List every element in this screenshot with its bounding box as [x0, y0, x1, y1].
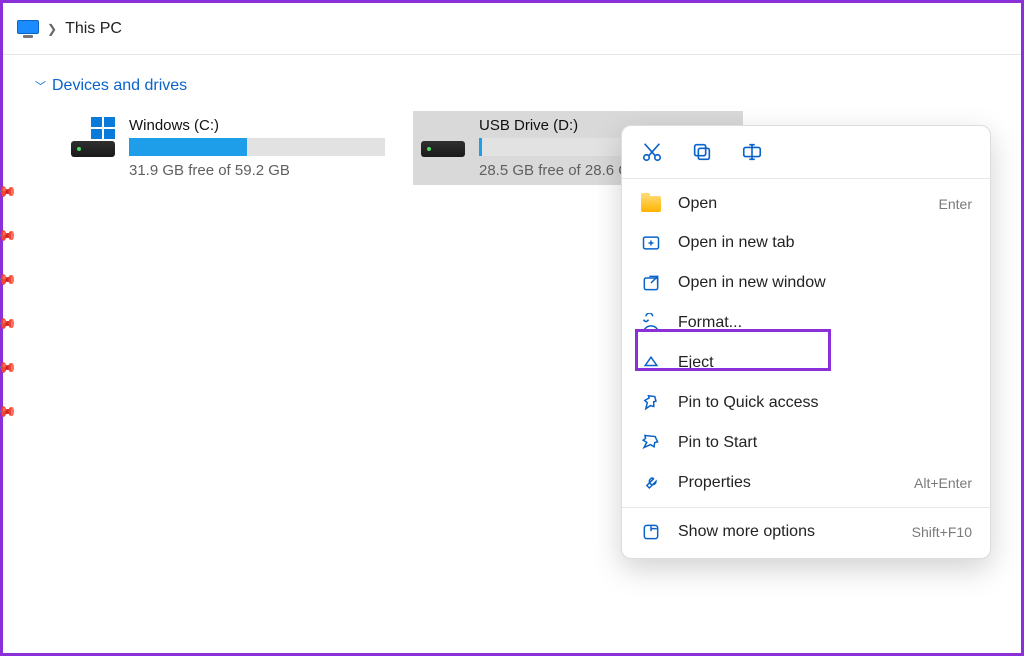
pin-icon: 📌: [0, 311, 18, 337]
rename-icon[interactable]: [740, 140, 764, 164]
options-icon: [640, 522, 662, 542]
ctx-properties[interactable]: Properties Alt+Enter: [622, 463, 990, 503]
drive-stats: 31.9 GB free of 59.2 GB: [129, 162, 385, 179]
ctx-show-more-options[interactable]: Show more options Shift+F10: [622, 512, 990, 552]
context-menu-toolbar: [622, 126, 990, 179]
ctx-open-new-window[interactable]: Open in new window: [622, 263, 990, 303]
breadcrumb-title[interactable]: This PC: [65, 20, 122, 38]
storage-bar: [129, 138, 385, 156]
drive-icon: [71, 117, 115, 157]
chevron-right-icon: ❯: [47, 22, 57, 36]
context-menu: Open Enter Open in new tab Open in new w…: [621, 125, 991, 559]
pin-icon: 📌: [0, 399, 18, 425]
drive-item-c[interactable]: Windows (C:) 31.9 GB free of 59.2 GB: [63, 111, 393, 185]
ctx-open-new-tab[interactable]: Open in new tab: [622, 223, 990, 263]
ctx-pin-start[interactable]: Pin to Start: [622, 423, 990, 463]
breadcrumb: ❯ This PC: [3, 3, 1021, 55]
windows-logo-icon: [91, 117, 115, 139]
disk-icon: [421, 141, 465, 157]
new-tab-icon: [640, 233, 662, 253]
ctx-pin-quick-access[interactable]: Pin to Quick access: [622, 383, 990, 423]
pin-icon: 📌: [0, 355, 18, 381]
pin-icon: 📌: [0, 223, 18, 249]
pin-icon: 📌: [0, 267, 18, 293]
this-pc-icon: [17, 20, 39, 38]
chevron-down-icon: ﹀: [35, 78, 46, 94]
new-window-icon: [640, 273, 662, 293]
folder-icon: [640, 196, 662, 212]
separator: [622, 507, 990, 508]
section-title: Devices and drives: [52, 77, 187, 95]
ctx-open[interactable]: Open Enter: [622, 185, 990, 223]
ctx-eject[interactable]: Eject: [622, 343, 990, 383]
devices-drives-header[interactable]: ﹀ Devices and drives: [35, 77, 989, 95]
disk-icon: [71, 141, 115, 157]
wrench-icon: [640, 473, 662, 493]
drive-label: Windows (C:): [129, 117, 385, 134]
pin-icon: [640, 433, 662, 453]
quick-access-pins: 📌 📌 📌 📌 📌 📌: [0, 183, 15, 421]
format-icon: [640, 313, 662, 333]
cut-icon[interactable]: [640, 140, 664, 164]
ctx-format[interactable]: Format...: [622, 303, 990, 343]
copy-icon[interactable]: [690, 140, 714, 164]
pin-icon: [640, 393, 662, 413]
eject-icon: [640, 353, 662, 373]
drive-icon: [421, 117, 465, 157]
